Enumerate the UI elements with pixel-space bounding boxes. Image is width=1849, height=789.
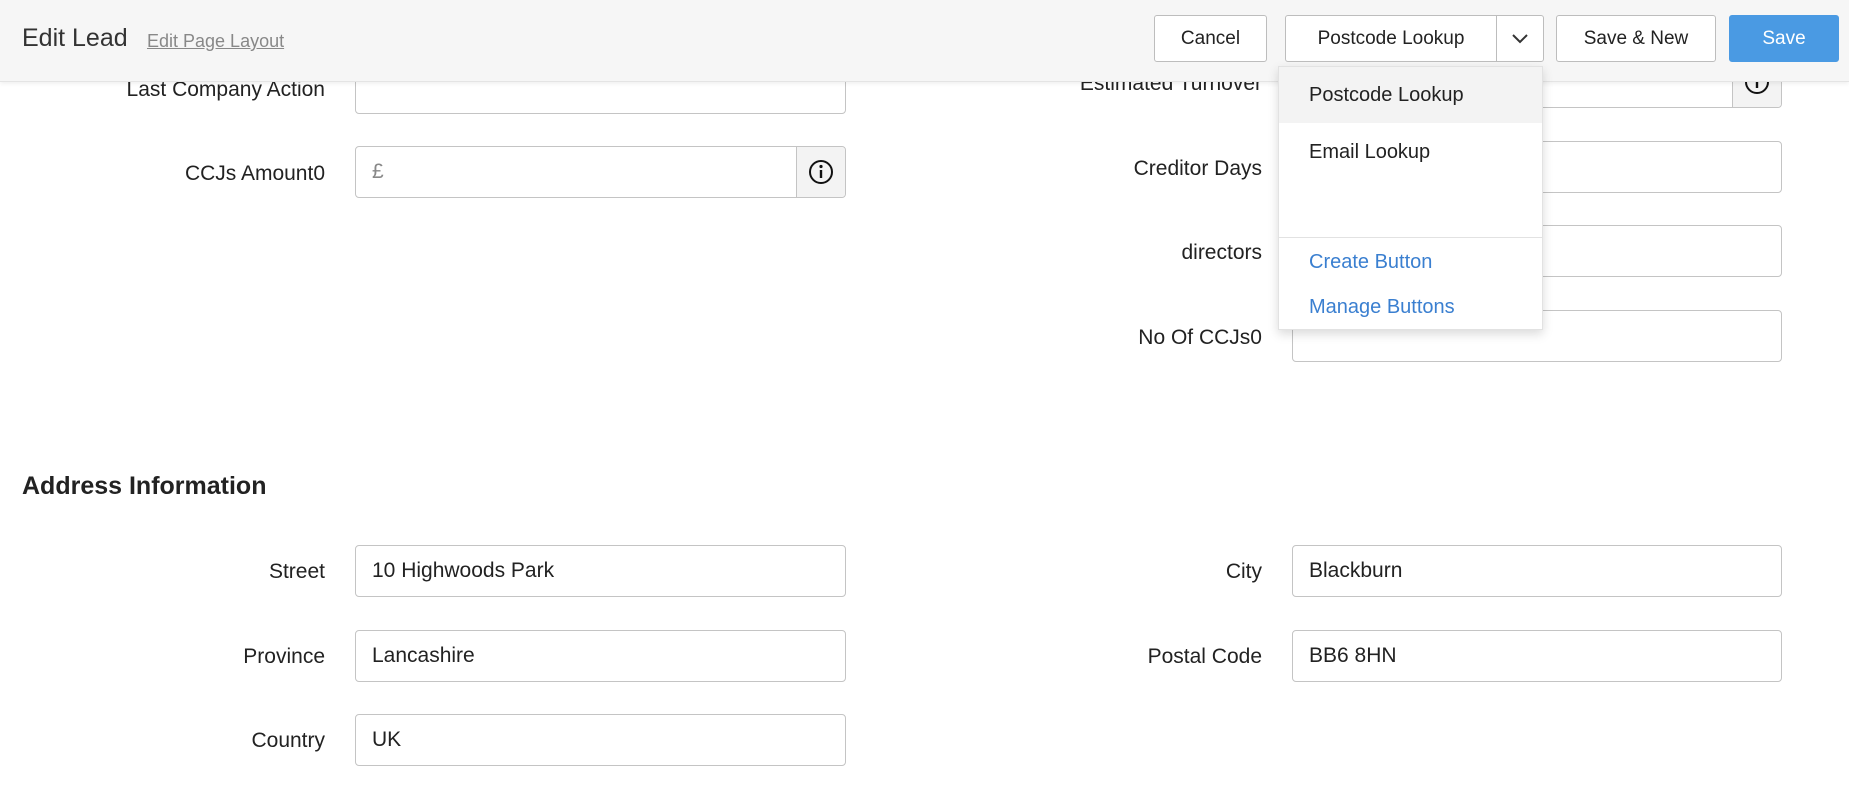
cancel-button[interactable]: Cancel [1154, 15, 1267, 62]
street-label: Street [268, 560, 325, 583]
menu-item-email-lookup[interactable]: Email Lookup [1279, 124, 1542, 180]
postcode-lookup-label: Postcode Lookup [1317, 27, 1465, 49]
province-label: Province [243, 645, 325, 668]
menu-item-label: Email Lookup [1309, 140, 1431, 163]
city-value: Blackburn [1309, 559, 1403, 582]
postal-code-label: Postal Code [1147, 645, 1262, 668]
cancel-button-label: Cancel [1180, 27, 1241, 49]
menu-item-postcode-lookup[interactable]: Postcode Lookup [1279, 67, 1542, 123]
ccjs-amount-field[interactable]: £ [355, 146, 846, 198]
save-button[interactable]: Save [1729, 15, 1839, 62]
menu-item-label: Postcode Lookup [1309, 83, 1464, 106]
street-value: 10 Highwoods Park [372, 559, 555, 582]
country-value: UK [372, 728, 402, 751]
postcode-lookup-split-button[interactable]: Postcode Lookup [1285, 15, 1544, 62]
postcode-lookup-button[interactable]: Postcode Lookup [1286, 16, 1497, 61]
no-of-ccjs-label: No Of CCJs0 [1138, 326, 1262, 349]
country-field[interactable]: UK [355, 714, 846, 766]
province-field[interactable]: Lancashire [355, 630, 846, 682]
country-label: Country [251, 729, 325, 752]
currency-symbol: £ [372, 160, 384, 183]
postal-code-value: BB6 8HN [1309, 644, 1397, 667]
page-header: Edit Lead Edit Page Layout Cancel Postco… [0, 0, 1849, 82]
province-value: Lancashire [372, 644, 475, 667]
city-field[interactable]: Blackburn [1292, 545, 1782, 597]
save-label: Save [1762, 27, 1806, 49]
directors-label: directors [1181, 241, 1262, 264]
street-field[interactable]: 10 Highwoods Park [355, 545, 846, 597]
create-button-link[interactable]: Create Button [1309, 251, 1432, 274]
address-section-title: Address Information [22, 472, 267, 500]
edit-page-layout-link[interactable]: Edit Page Layout [147, 31, 284, 52]
city-label: City [1225, 560, 1262, 583]
chevron-down-icon[interactable] [1497, 16, 1543, 61]
postal-code-field[interactable]: BB6 8HN [1292, 630, 1782, 682]
lookup-dropdown-menu: Postcode Lookup Email Lookup Create Butt… [1278, 66, 1543, 330]
info-icon[interactable] [796, 147, 845, 197]
save-and-new-label: Save & New [1583, 27, 1689, 49]
manage-buttons-link[interactable]: Manage Buttons [1309, 296, 1455, 319]
page-title: Edit Lead [22, 24, 128, 52]
menu-divider [1279, 237, 1542, 238]
ccjs-amount-label: CCJs Amount0 [184, 162, 325, 185]
save-and-new-button[interactable]: Save & New [1556, 15, 1716, 62]
creditor-days-label: Creditor Days [1133, 157, 1262, 180]
